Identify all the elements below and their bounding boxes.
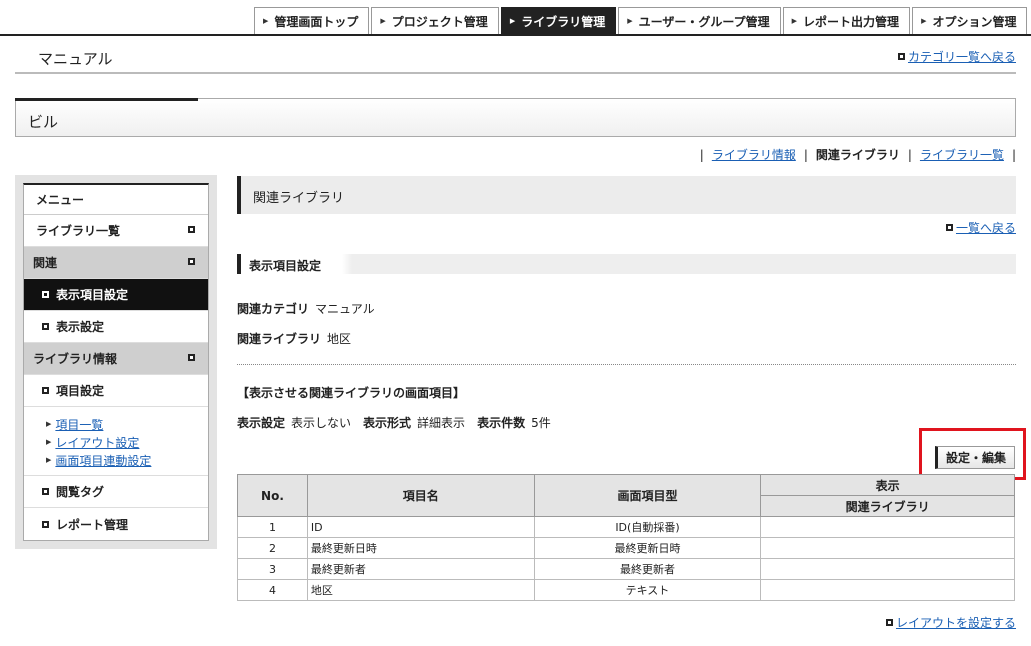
square-bullet-icon bbox=[42, 387, 49, 394]
square-bullet-icon bbox=[945, 224, 953, 231]
col-header-screen-item-type: 画面項目型 bbox=[533, 474, 762, 517]
subnav-library-list[interactable]: ライブラリ一覧 bbox=[920, 146, 1004, 163]
sidebar-item-library-list[interactable]: ライブラリ一覧 bbox=[24, 215, 208, 247]
triangle-right-icon: ▶ bbox=[46, 438, 52, 446]
settings-edit-button[interactable]: 設定・編集 bbox=[935, 446, 1015, 469]
square-bullet-icon bbox=[188, 258, 195, 265]
page-title: マニュアル bbox=[38, 50, 113, 68]
tab-project-management[interactable]: ▶ プロジェクト管理 bbox=[371, 7, 499, 34]
triangle-right-icon: ▶ bbox=[509, 17, 516, 25]
table-row: 1 ID ID(自動採番) bbox=[237, 516, 1015, 538]
header-divider bbox=[15, 72, 1016, 74]
top-navigation: ▶ 管理画面トップ ▶ プロジェクト管理 ▶ ライブラリ管理 ▶ ユーザー・グループ管理… bbox=[254, 7, 1029, 34]
square-bullet-icon bbox=[42, 323, 49, 330]
col-header-no: No. bbox=[237, 474, 308, 517]
col-header-related-library: 関連ライブラリ bbox=[760, 495, 1015, 517]
section-heading: 表示項目設定 bbox=[237, 254, 1016, 274]
sidebar-group-related[interactable]: 関連 bbox=[24, 247, 208, 279]
tab-option-management[interactable]: ▶ オプション管理 bbox=[912, 7, 1028, 34]
triangle-right-icon: ▶ bbox=[627, 17, 633, 25]
sidebar-item-browse-tag[interactable]: 閲覧タグ bbox=[24, 476, 208, 508]
sidebar-link-layout-setting[interactable]: ▶ レイアウト設定 bbox=[46, 433, 208, 451]
sidebar: メニュー ライブラリ一覧 関連 表示項目設定 表示設定 ライブラリ情報 項目設定… bbox=[15, 175, 217, 549]
sidebar-group-library-info[interactable]: ライブラリ情報 bbox=[24, 343, 208, 375]
table-row: 4 地区 テキスト bbox=[237, 579, 1015, 601]
display-settings-summary: 表示設定 表示しない 表示形式 詳細表示 表示件数 5件 bbox=[237, 416, 551, 430]
tab-library-management[interactable]: ▶ ライブラリ管理 bbox=[500, 7, 617, 34]
record-title-box: ビル bbox=[15, 98, 1016, 137]
triangle-right-icon: ▶ bbox=[46, 456, 52, 464]
tab-admin-top[interactable]: ▶ 管理画面トップ bbox=[254, 7, 370, 34]
square-bullet-icon bbox=[42, 488, 49, 495]
triangle-right-icon: ▶ bbox=[46, 420, 52, 428]
panel-heading: 関連ライブラリ bbox=[237, 176, 1016, 214]
triangle-right-icon: ▶ bbox=[791, 17, 798, 25]
triangle-right-icon: ▶ bbox=[921, 17, 927, 25]
display-items-heading: 【表示させる関連ライブラリの画面項目】 bbox=[237, 386, 466, 400]
display-items-table: No. 項目名 画面項目型 表示 関連ライブラリ 1 ID ID(自動採番) 2… bbox=[237, 474, 1015, 601]
sidebar-item-display-setting[interactable]: 表示設定 bbox=[24, 311, 208, 343]
triangle-right-icon: ▶ bbox=[380, 17, 386, 25]
triangle-right-icon: ▶ bbox=[263, 17, 269, 25]
table-row: 3 最終更新者 最終更新者 bbox=[237, 558, 1015, 580]
sidebar-item-display-item-setting[interactable]: 表示項目設定 bbox=[24, 279, 208, 311]
set-layout-link[interactable]: レイアウトを設定する bbox=[885, 614, 1016, 631]
subnav-library-info[interactable]: ライブラリ情報 bbox=[712, 146, 796, 163]
sidebar-menu-heading: メニュー bbox=[24, 185, 208, 215]
square-bullet-icon bbox=[897, 53, 905, 60]
tab-user-group-management[interactable]: ▶ ユーザー・グループ管理 bbox=[618, 7, 781, 34]
record-name: ビル bbox=[28, 113, 59, 131]
col-header-item-name: 項目名 bbox=[306, 474, 535, 517]
dotted-divider bbox=[237, 364, 1016, 365]
square-bullet-icon bbox=[42, 291, 49, 298]
sidebar-item-report-management[interactable]: レポート管理 bbox=[24, 508, 208, 540]
sub-navigation: | ライブラリ情報 | 関連ライブラリ | ライブラリ一覧 | bbox=[699, 146, 1016, 163]
back-to-category-link[interactable]: カテゴリ一覧へ戻る bbox=[897, 48, 1016, 65]
square-bullet-icon bbox=[885, 619, 893, 626]
sidebar-sublinks: ▶ 項目一覧 ▶ レイアウト設定 ▶ 画面項目連動設定 bbox=[24, 407, 208, 476]
sidebar-link-screen-item-link-setting[interactable]: ▶ 画面項目連動設定 bbox=[46, 451, 208, 469]
top-divider bbox=[0, 34, 1031, 36]
subnav-related-library: 関連ライブラリ bbox=[815, 148, 900, 162]
table-row: 2 最終更新日時 最終更新日時 bbox=[237, 537, 1015, 559]
sidebar-link-item-list[interactable]: ▶ 項目一覧 bbox=[46, 415, 208, 433]
sidebar-item-item-setting[interactable]: 項目設定 bbox=[24, 375, 208, 407]
col-header-display: 表示 bbox=[760, 474, 1015, 496]
square-bullet-icon bbox=[42, 520, 49, 528]
tab-report-output-management[interactable]: ▶ レポート出力管理 bbox=[782, 7, 911, 34]
back-to-list-link[interactable]: 一覧へ戻る bbox=[945, 219, 1016, 236]
square-bullet-icon bbox=[188, 354, 195, 361]
square-bullet-icon bbox=[188, 226, 195, 233]
related-library-row: 関連ライブラリ 地区 bbox=[237, 332, 352, 346]
related-category-row: 関連カテゴリ マニュアル bbox=[237, 302, 375, 316]
